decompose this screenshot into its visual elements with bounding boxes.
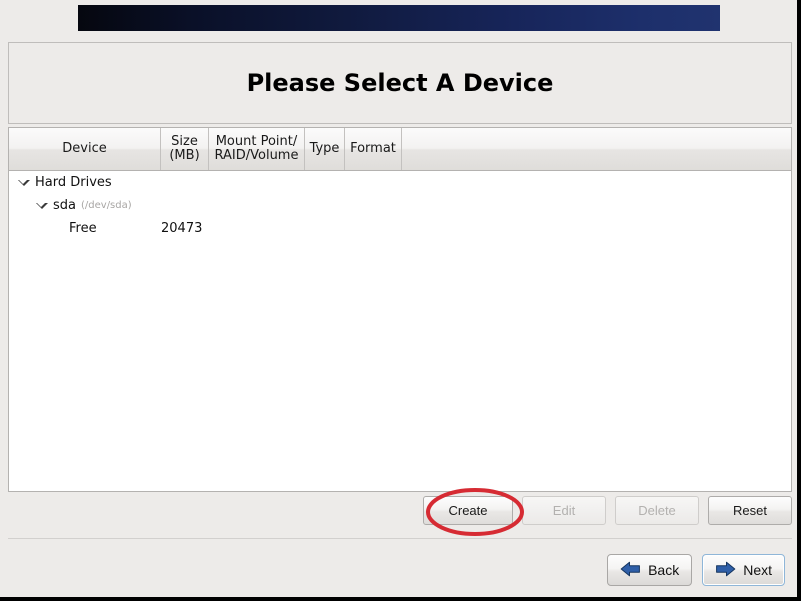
device-table-body: Hard Drives sda (/dev/sda) Free 20473 xyxy=(9,171,791,491)
table-row[interactable]: sda (/dev/sda) xyxy=(9,194,791,217)
table-cell-device: sda (/dev/sda) xyxy=(9,198,161,213)
create-button[interactable]: Create xyxy=(423,496,513,525)
column-header-mount-line2: RAID/Volume xyxy=(214,148,299,163)
triangle-down-icon[interactable] xyxy=(17,176,31,190)
column-header-size-line2: (MB) xyxy=(169,148,200,163)
column-header-type[interactable]: Type xyxy=(305,128,345,170)
column-header-type-label: Type xyxy=(309,141,340,157)
next-button[interactable]: Next xyxy=(702,554,785,586)
edit-button[interactable]: Edit xyxy=(522,496,606,525)
table-cell-size: 20473 xyxy=(161,221,203,236)
device-table-header: Device Size (MB) Mount Point/ RAID/Volum… xyxy=(9,128,791,171)
device-name: Free xyxy=(69,221,97,236)
column-header-device-label: Device xyxy=(62,141,107,157)
page-title: Please Select A Device xyxy=(246,69,554,97)
header-banner xyxy=(78,5,720,31)
column-header-format[interactable]: Format xyxy=(345,128,402,170)
table-cell-device: Free xyxy=(9,221,161,236)
action-button-bar: Create Edit Delete Reset xyxy=(8,496,792,532)
column-header-mount-point-label: Mount Point/ RAID/Volume xyxy=(215,135,299,162)
column-header-device[interactable]: Device xyxy=(9,128,161,170)
table-row[interactable]: Free 20473 xyxy=(9,217,791,240)
next-button-label: Next xyxy=(743,562,772,578)
column-header-size[interactable]: Size (MB) xyxy=(161,128,209,170)
section-divider xyxy=(8,538,792,539)
back-button-label: Back xyxy=(648,562,680,578)
back-button[interactable]: Back xyxy=(607,554,693,586)
device-list-frame[interactable]: Device Size (MB) Mount Point/ RAID/Volum… xyxy=(8,127,792,492)
device-path: (/dev/sda) xyxy=(81,200,132,211)
device-name: sda xyxy=(53,198,76,213)
installer-window: Please Select A Device Device Size (MB) … xyxy=(0,0,801,601)
column-header-size-label: Size (MB) xyxy=(169,135,199,162)
arrow-left-icon xyxy=(620,561,641,580)
column-header-format-label: Format xyxy=(350,141,396,157)
column-header-mount-point[interactable]: Mount Point/ RAID/Volume xyxy=(209,128,305,170)
column-header-filler xyxy=(402,128,791,170)
device-name: Hard Drives xyxy=(35,175,112,190)
navigation-bar: Back Next xyxy=(607,554,785,586)
arrow-right-icon xyxy=(715,561,736,580)
table-row[interactable]: Hard Drives xyxy=(9,171,791,194)
reset-button[interactable]: Reset xyxy=(708,496,792,525)
table-cell-device: Hard Drives xyxy=(9,175,161,190)
delete-button[interactable]: Delete xyxy=(615,496,699,525)
triangle-down-icon[interactable] xyxy=(35,199,49,213)
title-panel: Please Select A Device xyxy=(8,42,792,124)
